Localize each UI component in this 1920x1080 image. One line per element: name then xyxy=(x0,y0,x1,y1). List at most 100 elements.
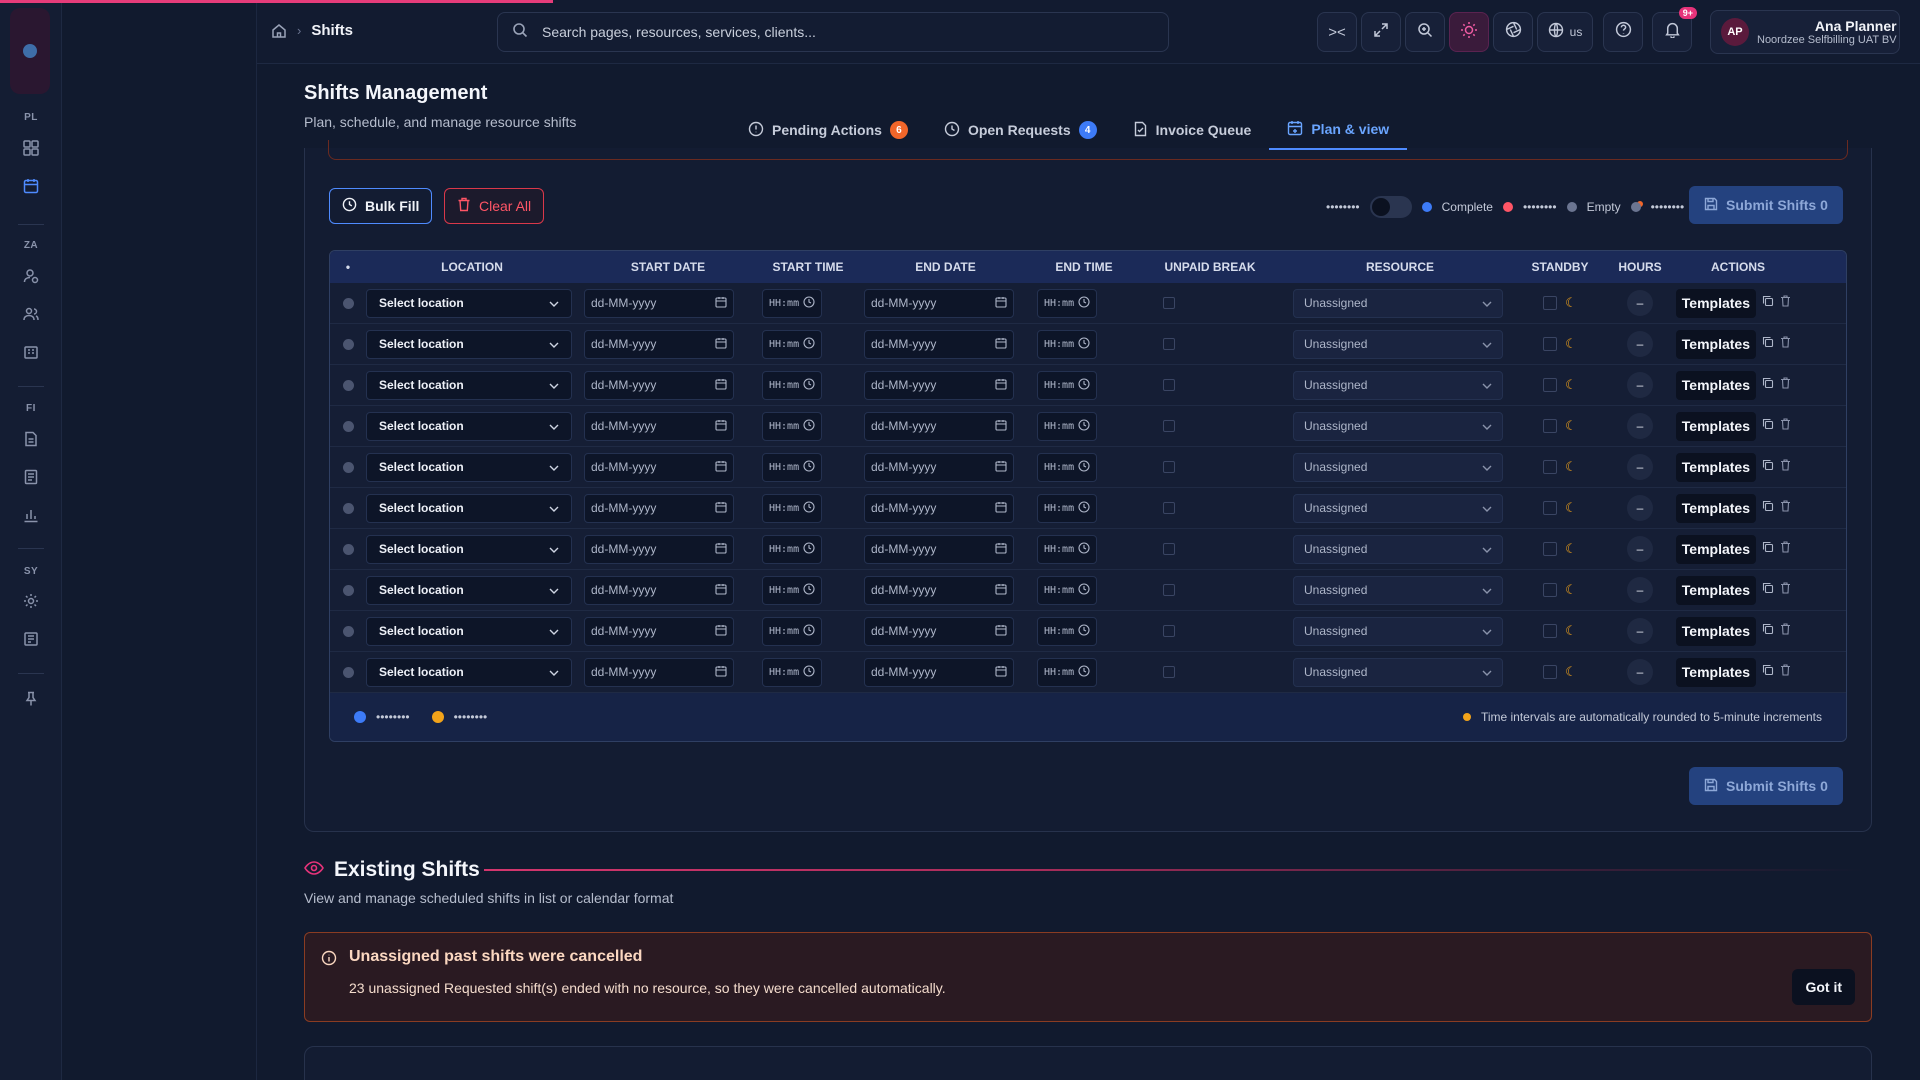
end-date-input[interactable]: dd-MM-yyyy xyxy=(864,616,1014,646)
start-date-input[interactable]: dd-MM-yyyy xyxy=(584,288,734,318)
end-time-input[interactable]: HH:mm xyxy=(1037,575,1097,605)
copy-icon[interactable] xyxy=(1762,540,1774,558)
end-date-input[interactable]: dd-MM-yyyy xyxy=(864,657,1014,687)
trash-icon[interactable] xyxy=(1780,663,1791,681)
resource-select[interactable]: Unassigned xyxy=(1293,288,1503,318)
start-date-input[interactable]: dd-MM-yyyy xyxy=(584,657,734,687)
start-time-input[interactable]: HH:mm xyxy=(762,288,822,318)
trash-icon[interactable] xyxy=(1780,622,1791,640)
unpaid-break-checkbox[interactable] xyxy=(1163,584,1175,596)
chart-icon[interactable] xyxy=(22,506,40,524)
notifications-button[interactable]: 9+ xyxy=(1652,7,1697,52)
standby-checkbox[interactable] xyxy=(1543,624,1558,638)
templates-button[interactable]: Templates xyxy=(1675,288,1756,318)
end-date-input[interactable]: dd-MM-yyyy xyxy=(864,452,1014,482)
tab-pending-actions[interactable]: Pending Actions 6 xyxy=(730,110,926,150)
standby-checkbox[interactable] xyxy=(1543,665,1558,679)
unpaid-break-checkbox[interactable] xyxy=(1163,379,1175,391)
trash-icon[interactable] xyxy=(1780,458,1791,476)
resource-select[interactable]: Unassigned xyxy=(1293,452,1503,482)
end-time-input[interactable]: HH:mm xyxy=(1037,288,1097,318)
resource-select[interactable]: Unassigned xyxy=(1293,411,1503,441)
user-menu[interactable]: AP Ana Planner Noordzee Selfbilling UAT … xyxy=(1710,10,1900,54)
standby-checkbox[interactable] xyxy=(1543,501,1558,515)
pin-icon[interactable] xyxy=(22,690,40,708)
trash-icon[interactable] xyxy=(1780,335,1791,353)
resource-select[interactable]: Unassigned xyxy=(1293,534,1503,564)
invoice-icon[interactable] xyxy=(22,468,40,486)
start-date-input[interactable]: dd-MM-yyyy xyxy=(584,534,734,564)
end-date-input[interactable]: dd-MM-yyyy xyxy=(864,493,1014,523)
templates-button[interactable]: Templates xyxy=(1675,657,1756,687)
start-time-input[interactable]: HH:mm xyxy=(762,493,822,523)
copy-icon[interactable] xyxy=(1762,294,1774,312)
templates-button[interactable]: Templates xyxy=(1675,452,1756,482)
start-time-input[interactable]: HH:mm xyxy=(762,657,822,687)
building-icon[interactable] xyxy=(22,343,40,361)
copy-icon[interactable] xyxy=(1762,458,1774,476)
copy-icon[interactable] xyxy=(1762,376,1774,394)
standby-checkbox[interactable] xyxy=(1543,460,1558,474)
start-date-input[interactable]: dd-MM-yyyy xyxy=(584,575,734,605)
tab-open-requests[interactable]: Open Requests 4 xyxy=(926,110,1115,150)
end-time-input[interactable]: HH:mm xyxy=(1037,370,1097,400)
location-select[interactable]: Select location xyxy=(366,657,572,687)
unpaid-break-checkbox[interactable] xyxy=(1163,420,1175,432)
location-select[interactable]: Select location xyxy=(366,370,572,400)
templates-button[interactable]: Templates xyxy=(1675,534,1756,564)
templates-button[interactable]: Templates xyxy=(1675,616,1756,646)
end-time-input[interactable]: HH:mm xyxy=(1037,657,1097,687)
start-date-input[interactable]: dd-MM-yyyy xyxy=(584,411,734,441)
standby-checkbox[interactable] xyxy=(1543,542,1558,556)
end-time-input[interactable]: HH:mm xyxy=(1037,329,1097,359)
got-it-button[interactable]: Got it xyxy=(1792,969,1855,1005)
end-time-input[interactable]: HH:mm xyxy=(1037,534,1097,564)
copy-icon[interactable] xyxy=(1762,335,1774,353)
global-search[interactable]: Search pages, resources, services, clien… xyxy=(497,12,1169,52)
standby-checkbox[interactable] xyxy=(1543,419,1558,433)
start-time-input[interactable]: HH:mm xyxy=(762,329,822,359)
submit-shifts-button-top[interactable]: Submit Shifts 0 xyxy=(1689,186,1843,224)
resource-select[interactable]: Unassigned xyxy=(1293,616,1503,646)
trash-icon[interactable] xyxy=(1780,581,1791,599)
document-icon[interactable] xyxy=(22,430,40,448)
copy-icon[interactable] xyxy=(1762,417,1774,435)
trash-icon[interactable] xyxy=(1780,540,1791,558)
resource-select[interactable]: Unassigned xyxy=(1293,493,1503,523)
trash-icon[interactable] xyxy=(1780,376,1791,394)
users-icon[interactable] xyxy=(22,305,40,323)
view-toggle[interactable] xyxy=(1369,196,1412,218)
fullscreen-button[interactable] xyxy=(1361,12,1401,52)
start-date-input[interactable]: dd-MM-yyyy xyxy=(584,329,734,359)
app-logo[interactable] xyxy=(10,8,50,94)
templates-button[interactable]: Templates xyxy=(1675,575,1756,605)
location-select[interactable]: Select location xyxy=(366,575,572,605)
copy-icon[interactable] xyxy=(1762,622,1774,640)
trash-icon[interactable] xyxy=(1780,499,1791,517)
start-time-input[interactable]: HH:mm xyxy=(762,616,822,646)
clear-all-button[interactable]: Clear All xyxy=(444,188,545,224)
location-select[interactable]: Select location xyxy=(366,288,572,318)
location-select[interactable]: Select location xyxy=(366,534,572,564)
home-icon[interactable] xyxy=(271,23,287,39)
start-time-input[interactable]: HH:mm xyxy=(762,575,822,605)
audit-log-icon[interactable] xyxy=(22,630,40,648)
start-date-input[interactable]: dd-MM-yyyy xyxy=(584,452,734,482)
start-time-input[interactable]: HH:mm xyxy=(762,411,822,441)
resource-select[interactable]: Unassigned xyxy=(1293,329,1503,359)
user-clock-icon[interactable] xyxy=(22,267,40,285)
unpaid-break-checkbox[interactable] xyxy=(1163,625,1175,637)
trash-icon[interactable] xyxy=(1780,294,1791,312)
location-select[interactable]: Select location xyxy=(366,616,572,646)
templates-button[interactable]: Templates xyxy=(1675,329,1756,359)
aperture-button[interactable] xyxy=(1493,12,1533,52)
unpaid-break-checkbox[interactable] xyxy=(1163,338,1175,350)
unpaid-break-checkbox[interactable] xyxy=(1163,666,1175,678)
tab-invoice-queue[interactable]: Invoice Queue xyxy=(1115,110,1270,150)
resource-select[interactable]: Unassigned xyxy=(1293,657,1503,687)
tab-plan-view[interactable]: Plan & view xyxy=(1269,110,1408,150)
location-select[interactable]: Select location xyxy=(366,493,572,523)
copy-icon[interactable] xyxy=(1762,499,1774,517)
end-time-input[interactable]: HH:mm xyxy=(1037,452,1097,482)
templates-button[interactable]: Templates xyxy=(1675,411,1756,441)
